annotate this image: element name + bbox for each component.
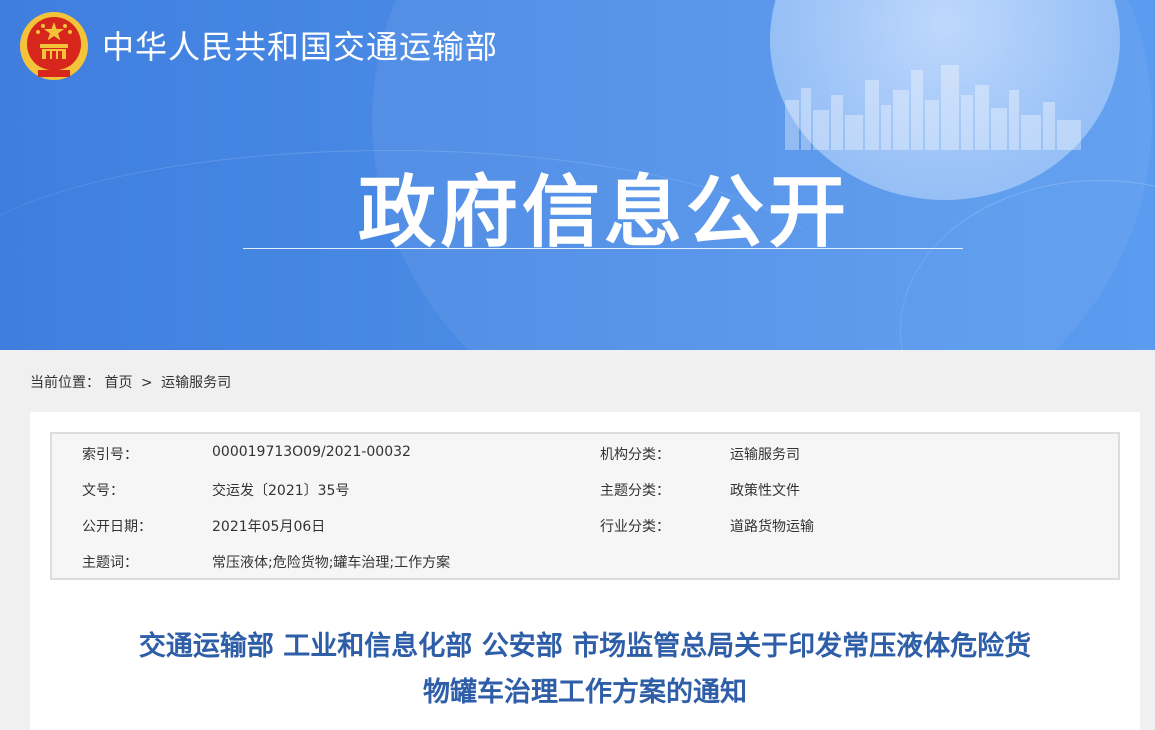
national-emblem-icon [20, 12, 88, 80]
metadata-value: 交运发〔2021〕35号 [212, 483, 350, 499]
metadata-label: 公开日期： [82, 519, 152, 535]
breadcrumb-home-link[interactable]: 首页 [104, 375, 132, 391]
metadata-label: 主题分类： [600, 483, 670, 499]
metadata-value: 运输服务司 [730, 447, 800, 463]
metadata-value: 000019713O09/2021-00032 [212, 444, 411, 460]
metadata-label: 机构分类： [600, 447, 670, 463]
metadata-label: 行业分类： [600, 519, 670, 535]
ministry-name[interactable]: 中华人民共和国交通运输部 [102, 22, 498, 68]
metadata-row: 索引号： 000019713O09/2021-00032 机构分类： 运输服务司 [52, 436, 1118, 472]
banner-divider [243, 248, 963, 249]
header-banner: 中华人民共和国交通运输部 政府信息公开 [0, 0, 1155, 350]
content-card: 索引号： 000019713O09/2021-00032 机构分类： 运输服务司… [30, 412, 1140, 730]
document-title: 交通运输部 工业和信息化部 公安部 市场监管总局关于印发常压液体危险货 物罐车治… [30, 624, 1140, 716]
metadata-row: 公开日期： 2021年05月06日 行业分类： 道路货物运输 [52, 508, 1118, 544]
breadcrumb-prefix: 当前位置： [30, 375, 100, 391]
metadata-label: 主题词： [82, 555, 138, 571]
metadata-label: 索引号： [82, 447, 138, 463]
metadata-value: 道路货物运输 [730, 519, 814, 535]
metadata-value: 常压液体;危险货物;罐车治理;工作方案 [212, 555, 451, 571]
metadata-row: 主题词： 常压液体;危险货物;罐车治理;工作方案 [52, 544, 1118, 580]
document-title-line: 物罐车治理工作方案的通知 [423, 677, 747, 708]
metadata-value: 政策性文件 [730, 483, 800, 499]
metadata-value: 2021年05月06日 [212, 519, 326, 535]
document-title-line: 交通运输部 工业和信息化部 公安部 市场监管总局关于印发常压液体危险货 [138, 631, 1032, 662]
document-metadata-table: 索引号： 000019713O09/2021-00032 机构分类： 运输服务司… [50, 432, 1120, 580]
breadcrumb-department-link[interactable]: 运输服务司 [161, 375, 231, 391]
metadata-row: 文号： 交运发〔2021〕35号 主题分类： 政策性文件 [52, 472, 1118, 508]
metadata-label: 文号： [82, 483, 124, 499]
breadcrumb: 当前位置： 首页 > 运输服务司 [30, 372, 231, 392]
city-skyline-icon [785, 65, 1081, 150]
breadcrumb-separator: > [140, 375, 153, 391]
banner-title: 政府信息公开 [358, 168, 851, 258]
